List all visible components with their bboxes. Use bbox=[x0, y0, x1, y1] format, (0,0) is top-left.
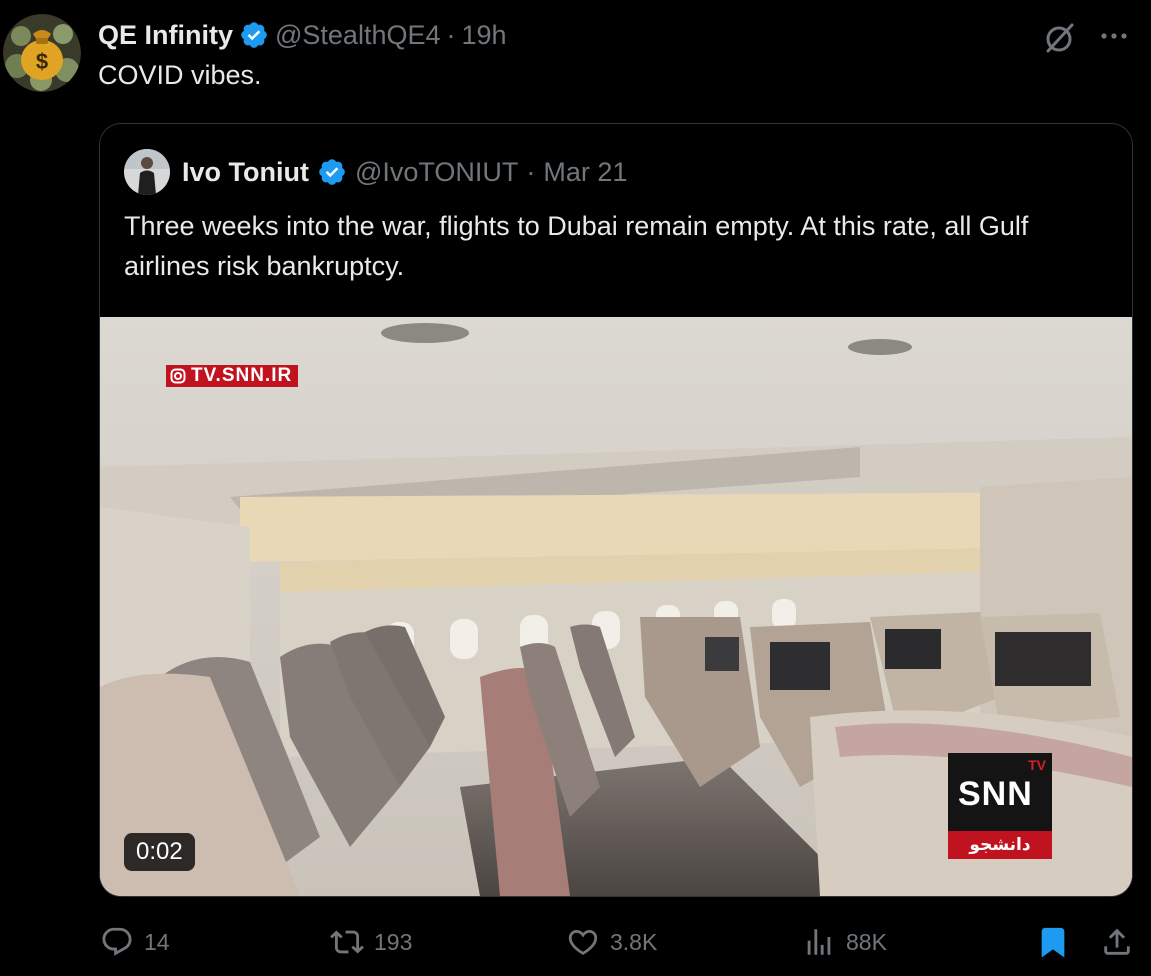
like-icon bbox=[568, 929, 598, 955]
quoted-tweet-text: Three weeks into the war, flights to Dub… bbox=[124, 211, 1029, 281]
quoted-author-name[interactable]: Ivo Toniut bbox=[182, 157, 309, 188]
bookmark-icon bbox=[1041, 927, 1065, 958]
repost-icon bbox=[330, 930, 364, 954]
reply-button[interactable]: 14 bbox=[100, 918, 170, 966]
author-avatar[interactable]: $ bbox=[3, 14, 81, 92]
svg-text:$: $ bbox=[36, 49, 48, 74]
watermark-text: TV.SNN.IR bbox=[191, 365, 293, 386]
money-bag-icon: $ bbox=[3, 14, 81, 92]
video-duration: 0:02 bbox=[124, 833, 195, 871]
grok-icon[interactable] bbox=[1042, 20, 1078, 56]
snn-logo-text: SNN bbox=[958, 775, 1033, 813]
share-button[interactable] bbox=[1100, 918, 1134, 966]
verified-badge-icon[interactable] bbox=[317, 157, 347, 187]
snn-logo: TV SNN دانشجو bbox=[948, 753, 1052, 859]
quoted-tweet-time[interactable]: Mar 21 bbox=[543, 157, 627, 188]
bookmark-button[interactable] bbox=[1036, 918, 1070, 966]
tv-snn-watermark: TV.SNN.IR bbox=[166, 365, 299, 387]
repost-button[interactable]: 193 bbox=[330, 918, 412, 966]
quoted-tweet-header: Ivo Toniut @IvoTONIUT · Mar 21 bbox=[124, 148, 627, 196]
views-button[interactable]: 88K bbox=[802, 918, 887, 966]
separator: · bbox=[526, 156, 536, 187]
reply-count: 14 bbox=[144, 928, 170, 955]
quoted-author-handle[interactable]: @IvoTONIUT bbox=[355, 157, 518, 188]
tweet-text: COVID vibes. bbox=[98, 60, 262, 90]
views-icon bbox=[807, 929, 831, 955]
snn-logo-tv: TV bbox=[1028, 757, 1046, 773]
action-bar: 14 193 3.8K 88K bbox=[0, 918, 1151, 966]
author-name[interactable]: QE Infinity bbox=[98, 20, 233, 51]
tweet-header: QE Infinity @StealthQE4 · 19h bbox=[98, 18, 507, 52]
separator: · bbox=[446, 19, 456, 50]
snn-logo-subtext: دانشجو bbox=[948, 831, 1052, 859]
like-count: 3.8K bbox=[610, 928, 658, 955]
video-player[interactable]: TV.SNN.IR TV SNN دانشجو 0:02 bbox=[100, 317, 1132, 896]
share-icon bbox=[1104, 928, 1130, 955]
like-button[interactable]: 3.8K bbox=[566, 918, 657, 966]
more-icon[interactable] bbox=[1097, 22, 1131, 50]
tweet-time[interactable]: 19h bbox=[462, 20, 507, 51]
instagram-icon bbox=[170, 368, 186, 384]
verified-badge-icon[interactable] bbox=[239, 20, 269, 50]
views-count: 88K bbox=[846, 928, 887, 955]
quoted-tweet[interactable]: Ivo Toniut @IvoTONIUT · Mar 21 Three wee… bbox=[99, 123, 1133, 897]
quoted-author-avatar[interactable] bbox=[124, 149, 170, 195]
reply-icon bbox=[102, 927, 132, 956]
repost-count: 193 bbox=[374, 928, 413, 955]
author-handle[interactable]: @StealthQE4 bbox=[275, 20, 441, 51]
